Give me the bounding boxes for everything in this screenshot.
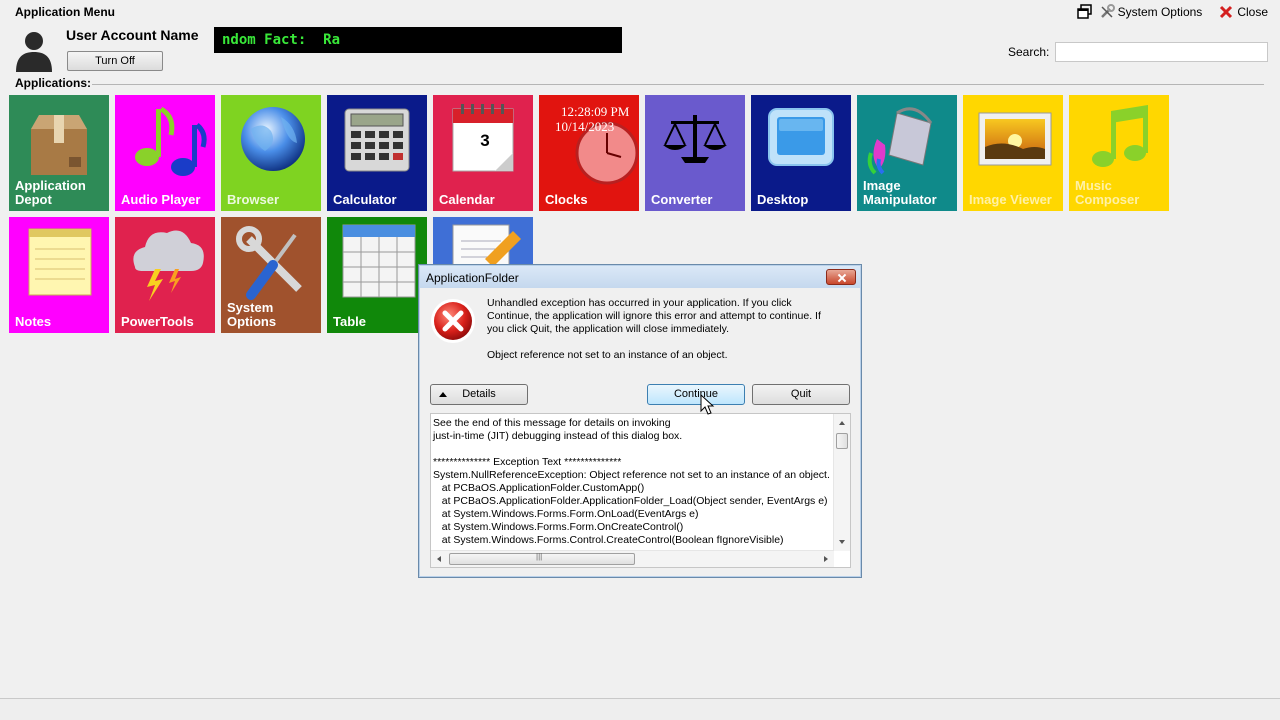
tile-label: Converter [651,192,713,207]
tile-calculator[interactable]: Calculator [327,95,427,211]
tile-label: Clocks [545,192,588,207]
tile-label: Calculator [333,192,397,207]
scroll-up-arrow-icon[interactable] [839,421,845,425]
dialog-error-detail: Object reference not set to an instance … [487,349,728,361]
scroll-down-arrow-icon[interactable] [839,540,845,544]
tile-label: Browser [227,192,280,207]
clock-time: 12:28:09 PM [561,104,630,119]
horizontal-scrollbar[interactable] [431,550,834,567]
tile-label: Image Manipulator [863,178,937,207]
random-fact-banner: ndom Fact: Ra [214,27,622,53]
restore-window-icon[interactable] [1076,4,1093,20]
close-label: Close [1237,5,1268,19]
details-button-label: Details [462,388,496,400]
tile-application-depot[interactable]: Application Depot [9,95,109,211]
expand-arrow-icon [439,392,447,397]
clock-date: 10/14/2023 [555,119,615,134]
tile-calendar[interactable]: 3 Calendar [433,95,533,211]
system-options-button[interactable]: System Options [1099,4,1203,20]
tile-label: Desktop [757,192,809,207]
app-title: Application Menu [15,5,115,19]
tile-converter[interactable]: Converter [645,95,745,211]
calendar-day-number: 3 [480,131,490,150]
tile-label: Audio Player [121,192,201,207]
turn-off-button[interactable]: Turn Off [67,51,163,71]
tile-label: Application Depot [15,178,86,207]
title-bar: Application Menu System Options Close [0,0,1280,24]
vertical-scrollbar[interactable] [833,414,850,551]
error-dialog: ApplicationFolder Unhandled exception ha… [418,264,862,578]
mouse-pointer-icon [700,393,716,416]
details-button[interactable]: Details [430,384,528,405]
tile-desktop[interactable]: Desktop [751,95,851,211]
scroll-left-arrow-icon[interactable] [437,556,441,562]
applications-label: Applications: [15,76,92,90]
tile-clocks[interactable]: 12:28:09 PM 10/14/2023 Clocks [539,95,639,211]
tile-powertools[interactable]: PowerTools [115,217,215,333]
status-bar [0,698,1280,720]
tile-table[interactable]: Table [327,217,427,333]
search-label: Search: [1008,45,1050,59]
tile-label: System Options [227,300,277,329]
user-avatar-icon [12,28,56,72]
tools-icon [1099,4,1115,20]
tile-notes[interactable]: Notes [9,217,109,333]
window-controls: System Options Close [1076,4,1268,20]
error-icon [429,297,477,345]
close-icon [1218,4,1234,20]
tile-label: PowerTools [121,314,194,329]
tile-image-manipulator[interactable]: Image Manipulator [857,95,957,211]
tile-label: Music Composer [1075,178,1140,207]
system-options-label: System Options [1117,5,1203,19]
applications-divider [92,84,1264,85]
scroll-right-arrow-icon[interactable] [824,556,828,562]
search-input[interactable] [1055,42,1268,62]
tile-label: Image Viewer [969,192,1052,207]
tile-system-options[interactable]: System Options [221,217,321,333]
exception-details-textbox[interactable]: See the end of this message for details … [430,413,851,568]
tile-label: Table [333,314,366,329]
tile-audio-player[interactable]: Audio Player [115,95,215,211]
dialog-close-button[interactable] [826,269,856,285]
dialog-title-bar: ApplicationFolder [420,266,860,288]
horizontal-scroll-thumb[interactable] [449,552,635,565]
tile-music-composer[interactable]: Music Composer [1069,95,1169,211]
quit-button[interactable]: Quit [752,384,850,405]
tile-label: Calendar [439,192,495,207]
tile-browser[interactable]: Browser [221,95,321,211]
tile-image-viewer[interactable]: Image Viewer [963,95,1063,211]
exception-details-text: See the end of this message for details … [433,417,830,546]
dialog-title: ApplicationFolder [426,271,519,285]
user-account-name: User Account Name [66,27,199,43]
dialog-message: Unhandled exception has occurred in your… [487,297,821,335]
vertical-scroll-thumb[interactable] [836,433,848,449]
continue-button[interactable]: Continue [647,384,745,405]
close-button[interactable]: Close [1218,4,1268,20]
tile-label: Notes [15,314,52,329]
